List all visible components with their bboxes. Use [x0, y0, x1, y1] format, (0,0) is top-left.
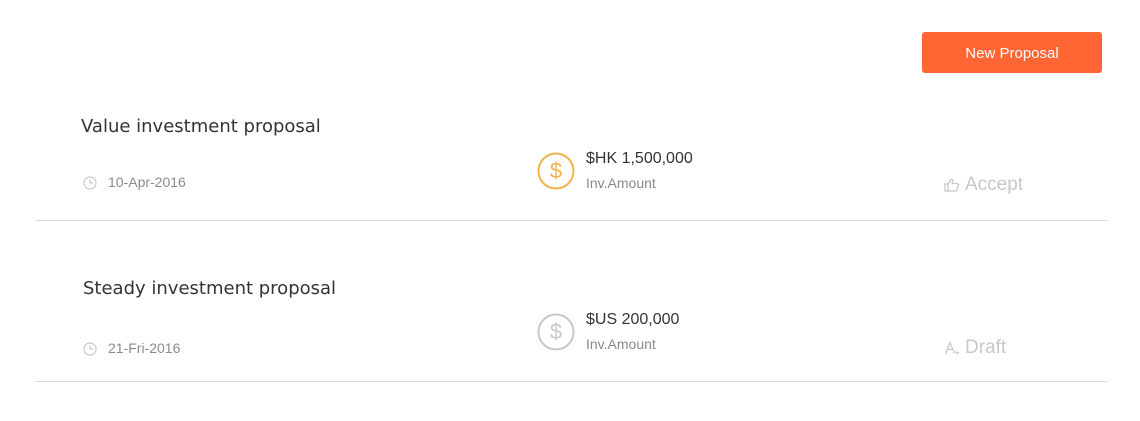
date-text: 10-Apr-2016 — [108, 174, 186, 190]
investment-amount: $ $HK 1,500,000 Inv.Amount — [536, 149, 693, 193]
amount-value: $US 200,000 — [586, 311, 680, 328]
clock-icon — [83, 175, 97, 190]
dollar-coin-icon: $ — [536, 312, 576, 352]
proposal-date: 10-Apr-2016 — [83, 174, 186, 190]
status-text: Accept — [965, 174, 1024, 195]
svg-text:$: $ — [550, 158, 562, 183]
amount-label: Inv.Amount — [586, 336, 656, 352]
dollar-coin-icon: $ — [536, 151, 576, 191]
amount-value: $HK 1,500,000 — [586, 150, 693, 167]
date-text: 21-Fri-2016 — [108, 340, 181, 356]
clock-icon — [83, 341, 97, 356]
status-accept[interactable]: Accept — [944, 174, 1023, 196]
draft-pen-icon — [944, 340, 960, 356]
amount-label: Inv.Amount — [586, 175, 656, 191]
proposal-date: 21-Fri-2016 — [83, 340, 180, 356]
proposals-page: New Proposal Value investment proposal 1… — [0, 0, 1140, 421]
investment-amount: $ $US 200,000 Inv.Amount — [536, 310, 679, 354]
proposal-title[interactable]: Value investment proposal — [81, 116, 321, 137]
proposal-item[interactable]: Steady investment proposal 21-Fri-2016 $… — [35, 262, 1107, 382]
proposal-item[interactable]: Value investment proposal 10-Apr-2016 $ … — [35, 100, 1107, 221]
svg-text:$: $ — [550, 319, 562, 344]
status-text: Draft — [965, 337, 1007, 358]
thumbs-up-icon — [944, 177, 960, 193]
new-proposal-button[interactable]: New Proposal — [922, 32, 1102, 73]
status-draft[interactable]: Draft — [944, 337, 1006, 359]
proposal-title[interactable]: Steady investment proposal — [83, 278, 336, 299]
